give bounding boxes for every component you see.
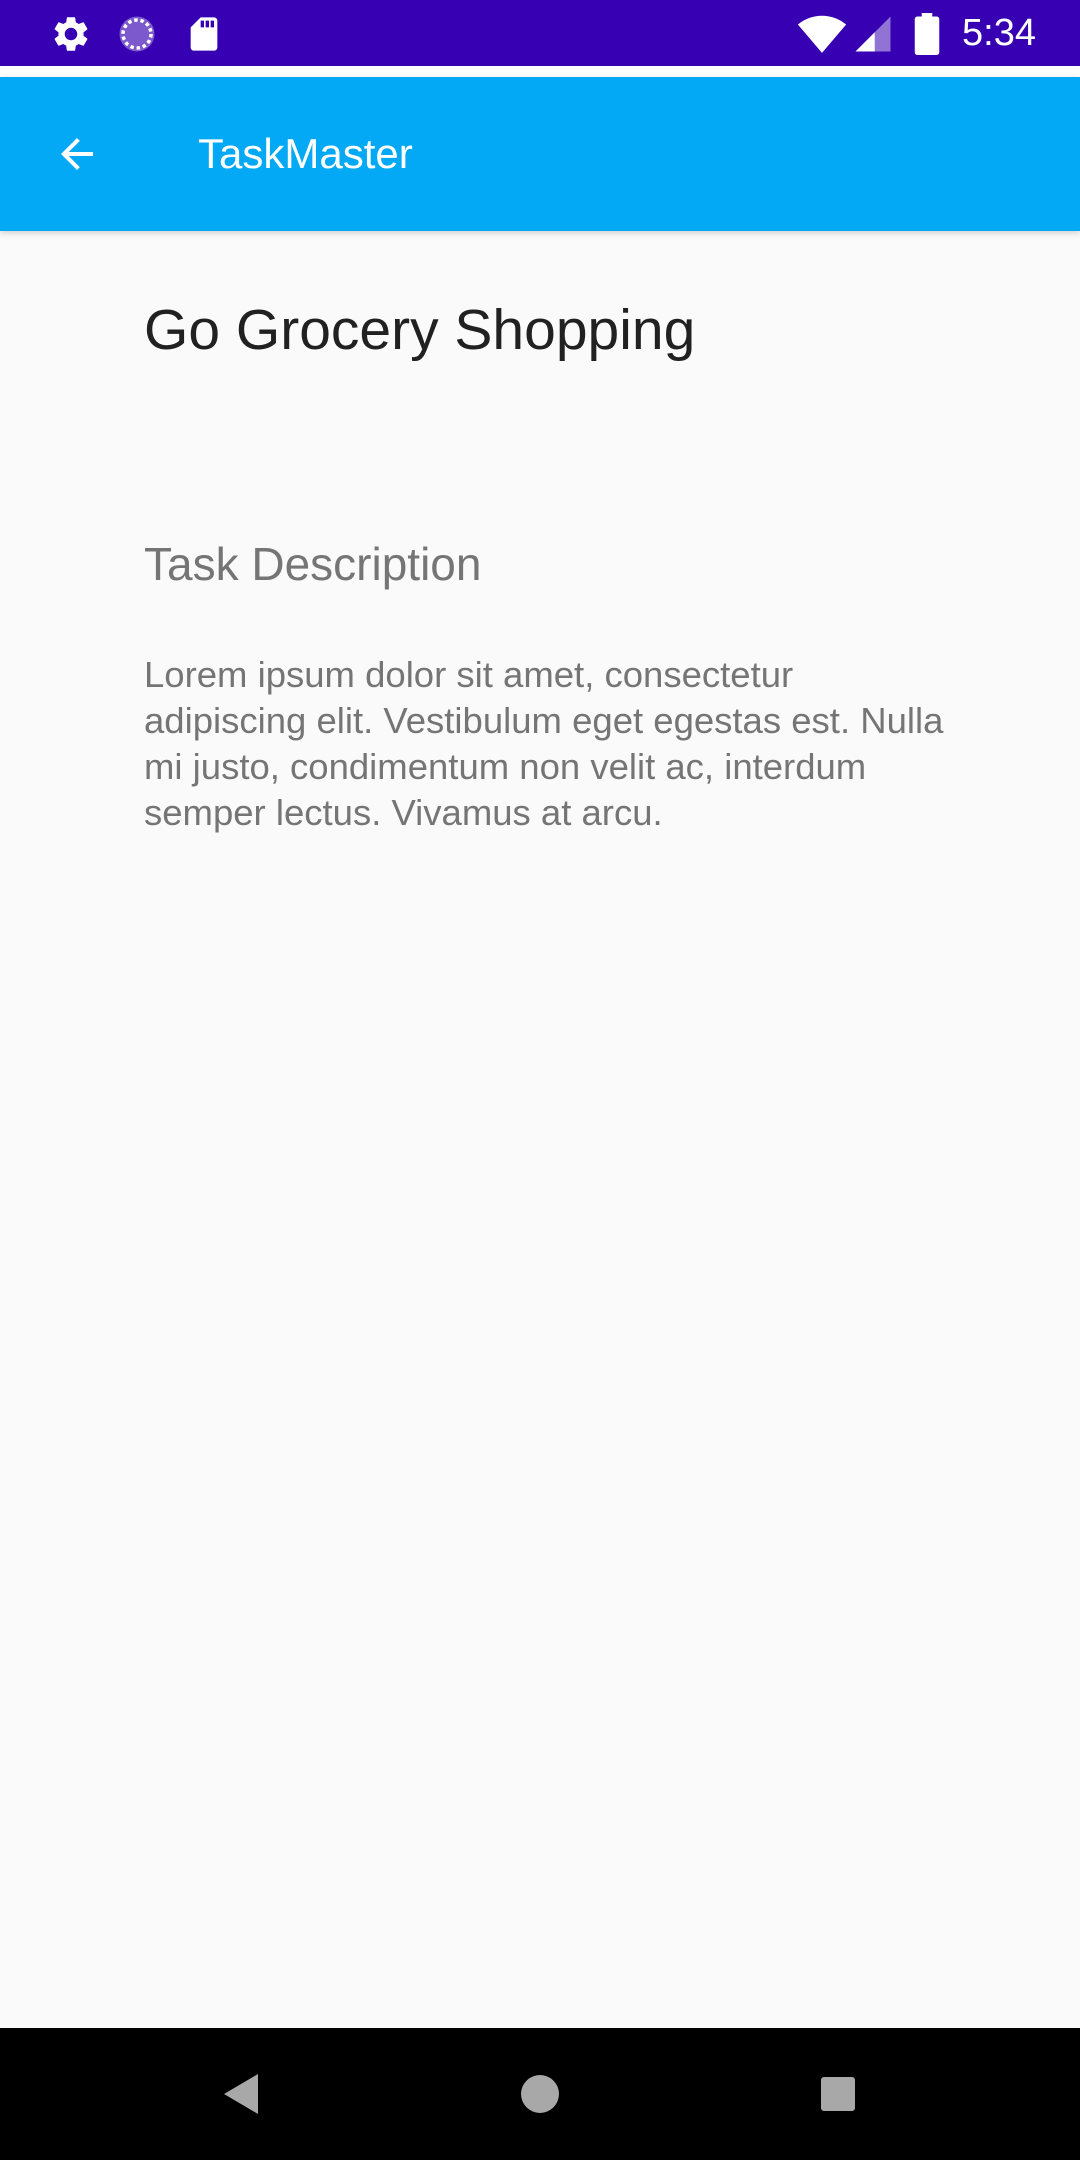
battery-icon: [914, 13, 940, 55]
task-description-label: Task Description: [144, 538, 482, 590]
screen: 5:34 TaskMaster Go Grocery Shopping Task…: [0, 0, 1080, 2160]
nav-recents-button[interactable]: [808, 2064, 868, 2124]
back-triangle-icon: [224, 2074, 258, 2114]
arrow-back-icon: [61, 138, 93, 170]
sync-circle-icon: [119, 16, 155, 52]
back-button[interactable]: [40, 117, 114, 191]
status-bar: 5:34: [0, 0, 1080, 66]
nav-home-button[interactable]: [510, 2064, 570, 2124]
recents-square-icon: [821, 2077, 855, 2111]
nav-back-button[interactable]: [212, 2064, 272, 2124]
app-title: TaskMaster: [198, 130, 413, 177]
cell-signal-icon: [855, 16, 891, 52]
task-description-text: Lorem ipsum dolor sit amet, consectetur …: [144, 654, 944, 833]
app-bar: TaskMaster: [0, 77, 1080, 231]
wifi-icon: [797, 15, 847, 53]
status-divider: [0, 66, 1080, 77]
task-title: Go Grocery Shopping: [144, 298, 696, 362]
gear-icon: [54, 17, 88, 51]
home-circle-icon: [521, 2075, 559, 2113]
sd-card-icon: [190, 17, 218, 51]
navigation-bar: [0, 2028, 1080, 2160]
status-time: 5:34: [962, 12, 1036, 54]
